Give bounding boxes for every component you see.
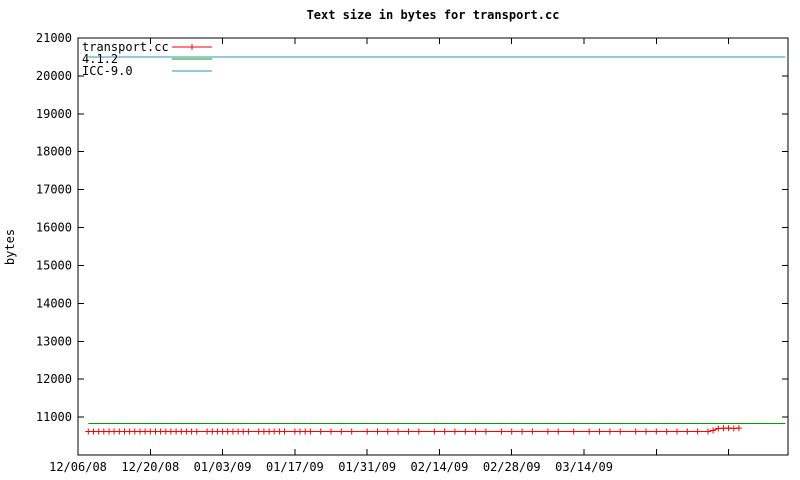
chart-title: Text size in bytes for transport.cc [307,8,560,22]
data-point-markers [85,425,742,435]
x-tick-label: 03/14/09 [555,460,613,474]
legend-label-icc: ICC-9.0 [82,64,133,78]
x-tick-label: 01/17/09 [266,460,324,474]
series-transport.cc [85,425,742,435]
legend: transport.cc 4.1.2 ICC-9.0 [82,40,212,78]
y-tick-label: 13000 [36,334,72,348]
x-tick-label: 12/20/08 [121,460,179,474]
y-tick-label: 16000 [36,221,72,235]
plot-border [77,37,789,456]
series-layer [85,56,786,435]
chart: 11000 12000 13000 14000 15000 16000 17000 18000… [0,0,800,480]
x-tick-label: 12/06/08 [49,460,107,474]
plot-area: 11000 12000 13000 14000 15000 16000 17000 18000… [36,31,789,474]
y-tick-label: 17000 [36,183,72,197]
axes: 11000 12000 13000 14000 15000 16000 17000 18000… [36,31,789,474]
x-tick-label: 02/14/09 [411,460,469,474]
legend-sample-transport-marker [189,44,195,50]
x-tick-label: 01/03/09 [194,460,252,474]
y-tick-label: 18000 [36,145,72,159]
y-tick-label: 14000 [36,296,72,310]
y-tick-label: 19000 [36,107,72,121]
y-axis-label: bytes [3,229,17,265]
y-tick-label: 21000 [36,31,72,45]
chart-canvas: 11000 12000 13000 14000 15000 16000 17000 18000… [3,8,789,474]
y-tick-label: 15000 [36,258,72,272]
y-tick-label: 20000 [36,69,72,83]
y-tick-label: 12000 [36,372,72,386]
x-tick-label: 01/31/09 [338,460,396,474]
y-tick-label: 11000 [36,410,72,424]
x-tick-label: 02/28/09 [483,460,541,474]
